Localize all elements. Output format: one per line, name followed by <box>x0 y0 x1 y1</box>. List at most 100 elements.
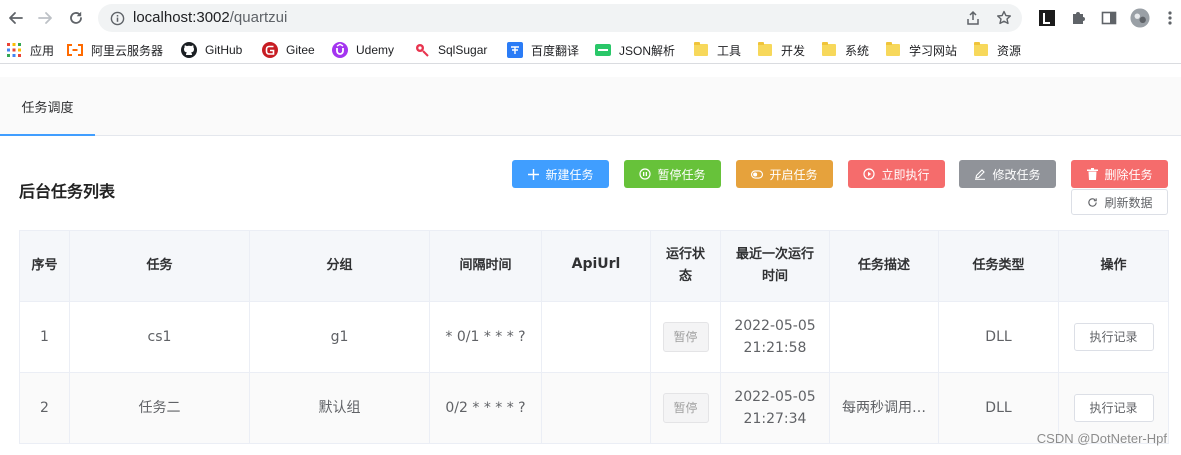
udemy-icon <box>332 42 348 58</box>
table-row[interactable]: 2 任务二 默认组 0/2 * * * * ? 暂停 2022-05-05 21:… <box>19 372 1169 444</box>
folder-icon <box>973 42 989 58</box>
bookmark-label: 阿里云服务器 <box>91 43 164 58</box>
header-status: 运行状态 <box>650 230 721 302</box>
header-group: 分组 <box>249 230 430 302</box>
button-label: 立即执行 <box>881 167 930 182</box>
sqlsugar-icon <box>414 42 430 58</box>
bookmark-folder-resources[interactable]: 资源 <box>973 40 1021 60</box>
execution-log-button[interactable]: 执行记录 <box>1073 323 1154 351</box>
bookmark-json[interactable]: JSON解析 <box>595 40 675 60</box>
cell-status: 暂停 <box>650 301 721 373</box>
bookmark-folder-system[interactable]: 系统 <box>821 40 869 60</box>
cell-interval: 0/2 * * * * ? <box>429 372 542 444</box>
execution-log-button[interactable]: 执行记录 <box>1073 394 1154 422</box>
cell-api-url <box>541 301 651 373</box>
url-host: localhost:3002 <box>133 9 230 26</box>
toggle-icon <box>751 168 764 180</box>
header-description: 任务描述 <box>829 230 939 302</box>
pause-task-button[interactable]: 暂停任务 <box>624 160 721 188</box>
baidu-translate-icon <box>507 42 523 58</box>
table-row[interactable]: 1 cs1 g1 * 0/1 * * * ? 暂停 2022-05-05 21:2… <box>19 301 1169 373</box>
button-label: 删除任务 <box>1104 167 1153 182</box>
cell-api-url <box>541 372 651 444</box>
play-circle-icon <box>863 168 876 180</box>
cell-status: 暂停 <box>650 372 721 444</box>
bookmark-label: Gitee <box>286 43 315 57</box>
bookmark-baidu-translate[interactable]: 百度翻译 <box>507 40 579 60</box>
puzzle-icon[interactable] <box>1068 8 1088 28</box>
avatar[interactable] <box>1130 8 1150 28</box>
star-icon[interactable] <box>994 8 1014 28</box>
last-run-date: 2022-05-05 <box>734 318 816 334</box>
cell-group: 默认组 <box>249 372 430 444</box>
bookmark-label: SqlSugar <box>438 43 488 57</box>
forward-button[interactable] <box>33 6 57 30</box>
cell-interval: * 0/1 * * * ? <box>429 301 542 373</box>
bookmark-github[interactable]: GitHub <box>181 40 242 60</box>
last-run-date: 2022-05-05 <box>734 389 816 405</box>
bookmark-label: 工具 <box>717 43 742 58</box>
bookmark-apps[interactable]: 应用 <box>6 40 54 60</box>
apps-grid-icon <box>6 42 22 58</box>
refresh-data-button[interactable]: 刷新数据 <box>1071 189 1168 215</box>
bookmark-folder-tools[interactable]: 工具 <box>693 40 741 60</box>
tab-bar: 任务调度 <box>0 77 1181 136</box>
folder-icon <box>693 42 709 58</box>
delete-task-button[interactable]: 删除任务 <box>1071 160 1168 188</box>
watermark: CSDN @DotNeter-Hpf <box>1036 431 1167 446</box>
header-last-run-line1: 最近一次运行 <box>735 247 814 262</box>
button-label: 新建任务 <box>545 167 594 182</box>
run-now-button[interactable]: 立即执行 <box>848 160 945 188</box>
folder-icon <box>821 42 837 58</box>
button-label: 修改任务 <box>992 167 1041 182</box>
bookmark-folder-dev[interactable]: 开发 <box>757 40 805 60</box>
header-api-url: ApiUrl <box>541 230 651 302</box>
edit-task-button[interactable]: 修改任务 <box>959 160 1056 188</box>
cell-description <box>829 301 939 373</box>
bookmark-label: 学习网站 <box>909 43 958 58</box>
bookmark-label: 应用 <box>30 43 55 58</box>
bookmark-folder-learning[interactable]: 学习网站 <box>885 40 957 60</box>
side-panel-icon[interactable] <box>1099 8 1119 28</box>
header-last-run: 最近一次运行 时间 <box>720 230 830 302</box>
bookmark-sqlsugar[interactable]: SqlSugar <box>414 40 487 60</box>
url-path: /quartzui <box>229 9 288 26</box>
pause-circle-icon <box>639 168 652 180</box>
button-label: 开启任务 <box>769 167 818 182</box>
info-icon[interactable] <box>107 8 127 28</box>
folder-icon <box>757 42 773 58</box>
header-type: 任务类型 <box>938 230 1059 302</box>
header-status-line2: 态 <box>678 269 692 284</box>
arrow-right-icon <box>38 12 52 24</box>
plus-icon <box>527 168 539 180</box>
bookmark-label: 系统 <box>845 43 870 58</box>
github-icon <box>181 42 197 58</box>
button-label: 刷新数据 <box>1104 195 1153 210</box>
cell-type: DLL <box>938 301 1059 373</box>
url-text: localhost:3002/quartzui <box>133 9 287 26</box>
bookmark-udemy[interactable]: Udemy <box>332 40 394 60</box>
header-operation: 操作 <box>1058 230 1169 302</box>
bookmark-label: 资源 <box>997 43 1022 58</box>
last-run-time: 21:21:58 <box>743 340 807 356</box>
bookmark-label: JSON解析 <box>619 43 676 58</box>
back-button[interactable] <box>4 6 28 30</box>
button-label: 暂停任务 <box>657 167 706 182</box>
header-last-run-line2: 时间 <box>761 269 788 284</box>
tab-task-scheduling[interactable]: 任务调度 <box>0 77 95 136</box>
share-icon[interactable] <box>963 8 983 28</box>
header-status-line1: 运行状 <box>665 247 705 262</box>
status-badge: 暂停 <box>662 393 709 423</box>
bookmark-aliyun[interactable]: 阿里云服务器 <box>67 40 163 60</box>
task-table: 序号 任务 分组 间隔时间 ApiUrl 运行状态 最近一次运行 时间 任务描述 … <box>19 230 1169 444</box>
kebab-menu-icon[interactable] <box>1160 8 1180 28</box>
last-run-time: 21:27:34 <box>743 411 807 427</box>
bookmark-gitee[interactable]: Gitee <box>262 40 315 60</box>
edit-icon <box>974 168 986 180</box>
new-task-button[interactable]: 新建任务 <box>512 160 609 188</box>
address-bar[interactable]: localhost:3002/quartzui <box>98 4 1022 32</box>
cell-last-run: 2022-05-05 21:21:58 <box>720 301 830 373</box>
extension-l-icon[interactable] <box>1037 8 1057 28</box>
reload-button[interactable] <box>64 6 88 30</box>
start-task-button[interactable]: 开启任务 <box>736 160 833 188</box>
